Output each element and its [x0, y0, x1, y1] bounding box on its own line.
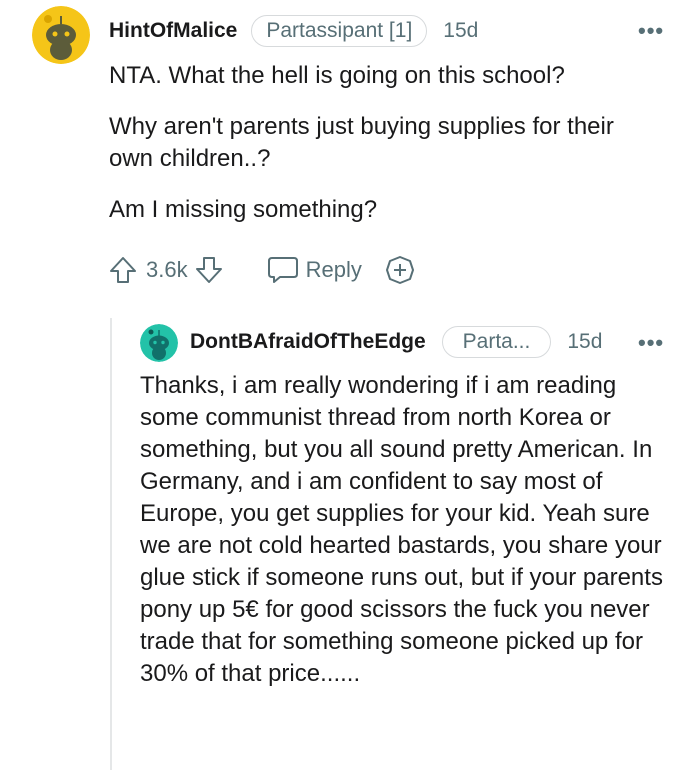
comment-actions: 3.6k Reply [108, 254, 416, 286]
timestamp[interactable]: 15d [443, 19, 478, 43]
username[interactable]: DontBAfraidOfTheEdge [190, 330, 426, 354]
avatar[interactable] [140, 324, 178, 362]
award-icon[interactable] [384, 254, 416, 286]
thread-line[interactable] [110, 318, 112, 770]
vote-count: 3.6k [146, 257, 188, 282]
user-flair: Parta... [441, 326, 552, 358]
comment-paragraph: Why aren't parents just buying supplies … [109, 113, 614, 172]
more-options-icon[interactable]: ••• [638, 330, 664, 356]
username[interactable]: HintOfMalice [109, 19, 237, 43]
upvote-icon[interactable] [108, 255, 138, 285]
comment-body: NTA. What the hell is going on this scho… [109, 60, 649, 226]
comment-paragraph: Am I missing something? [109, 196, 378, 223]
reply-body: Thanks, i am really wondering if i am re… [140, 372, 663, 687]
snoo-avatar-icon [140, 324, 178, 362]
reply-bubble-icon[interactable] [266, 255, 300, 285]
avatar[interactable] [32, 6, 90, 64]
reply-button[interactable]: Reply [306, 257, 362, 283]
user-flair: Partassipant [1] [251, 15, 428, 47]
snoo-avatar-icon [32, 6, 90, 64]
downvote-icon[interactable] [194, 255, 224, 285]
reply-header: DontBAfraidOfTheEdge Parta... 15d [190, 326, 602, 358]
timestamp[interactable]: 15d [567, 330, 602, 354]
comment-header: HintOfMalice Partassipant [1] 15d [109, 15, 478, 47]
more-options-icon[interactable]: ••• [638, 18, 664, 44]
comment-paragraph: NTA. What the hell is going on this scho… [109, 62, 565, 89]
